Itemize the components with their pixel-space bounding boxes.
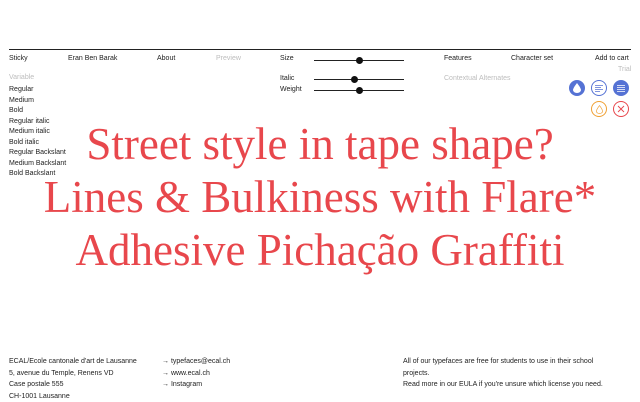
address-line: CH-1001 Lausanne xyxy=(9,391,137,402)
nav-about[interactable]: About xyxy=(157,55,175,62)
license-text: All of our typefaces are free for studen… xyxy=(403,356,603,368)
italic-label: Italic xyxy=(280,75,294,82)
align-left-button[interactable] xyxy=(591,80,607,96)
type-preview-area[interactable]: Street style in tape shape? Lines & Bulk… xyxy=(0,118,640,277)
footer-links: → typefaces@ecal.ch → www.ecal.ch → Inst… xyxy=(162,356,230,391)
website-link[interactable]: → www.ecal.ch xyxy=(162,368,230,380)
nav-sticky[interactable]: Sticky xyxy=(9,55,28,62)
align-left-icon xyxy=(595,85,603,92)
reset-button[interactable] xyxy=(613,101,629,117)
weight-label: Weight xyxy=(280,86,302,93)
droplet-icon xyxy=(573,83,581,93)
nav-character-set[interactable]: Character set xyxy=(511,55,553,62)
header-divider xyxy=(9,49,631,50)
size-slider-knob[interactable] xyxy=(356,57,363,64)
nav-designer[interactable]: Eran Ben Barak xyxy=(68,55,117,62)
close-icon xyxy=(617,105,625,113)
align-justify-icon xyxy=(617,85,625,92)
footer-license: All of our typefaces are free for studen… xyxy=(403,356,603,391)
drop-outline-icon xyxy=(596,105,603,114)
weight-slider-knob[interactable] xyxy=(356,87,363,94)
size-label: Size xyxy=(280,55,294,62)
contextual-alternates-toggle[interactable]: Contextual Alternates xyxy=(444,75,511,82)
weight-slider[interactable] xyxy=(314,90,404,91)
color-picker-button[interactable] xyxy=(569,80,585,96)
background-color-button[interactable] xyxy=(591,101,607,117)
italic-slider[interactable] xyxy=(314,79,404,80)
preview-line-2[interactable]: Lines & Bulkiness with Flare* xyxy=(0,171,640,224)
style-item[interactable]: Medium xyxy=(9,96,66,107)
nav-features[interactable]: Features xyxy=(444,55,472,62)
preview-line-3[interactable]: Adhesive Pichação Graffiti xyxy=(0,224,640,277)
size-slider[interactable] xyxy=(314,60,404,61)
nav-preview[interactable]: Preview xyxy=(216,55,241,62)
license-eula-link[interactable]: Read more in our EULA if you're unsure w… xyxy=(403,379,603,391)
add-to-cart-button[interactable]: Add to cart xyxy=(595,55,629,62)
address-line: Case postale 555 xyxy=(9,379,137,391)
address-line: 5, avenue du Temple, Renens VD xyxy=(9,368,137,380)
preview-line-1[interactable]: Street style in tape shape? xyxy=(0,118,640,171)
address-line: ECAL/Ecole cantonale d'art de Lausanne xyxy=(9,356,137,368)
align-justify-button[interactable] xyxy=(613,80,629,96)
email-link[interactable]: → typefaces@ecal.ch xyxy=(162,356,230,368)
trial-link[interactable]: Trial xyxy=(618,66,631,73)
style-item[interactable]: Bold xyxy=(9,106,66,117)
footer-address: ECAL/Ecole cantonale d'art de Lausanne 5… xyxy=(9,356,137,402)
italic-slider-knob[interactable] xyxy=(351,76,358,83)
instagram-link[interactable]: → Instagram xyxy=(162,379,230,391)
style-item[interactable]: Regular xyxy=(9,85,66,96)
variable-label[interactable]: Variable xyxy=(9,74,34,81)
license-text: projects. xyxy=(403,368,603,380)
